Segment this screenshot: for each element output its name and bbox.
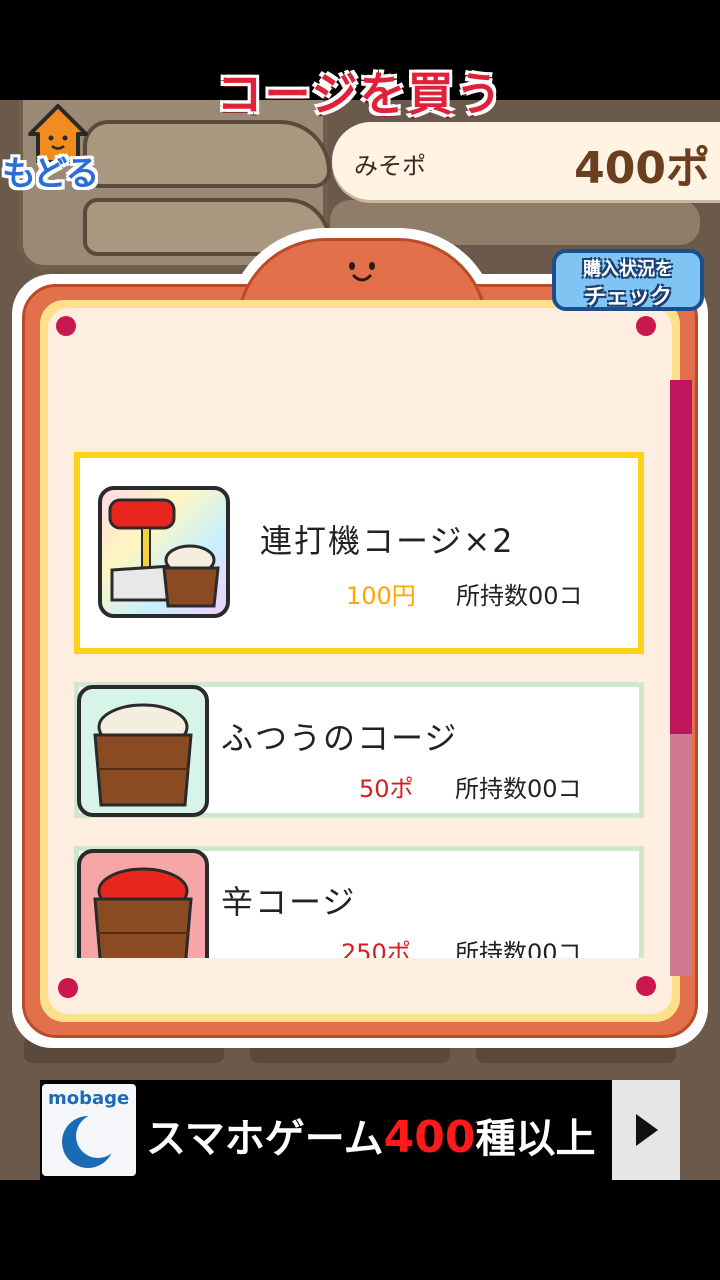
decor-dot [56,316,76,336]
product-price: 250ポ [341,939,411,958]
product-item-spicy-koji[interactable]: 辛コージ 250ポ 所持数00コ [74,846,644,958]
ad-text-before: スマホゲーム [146,1116,384,1162]
decor-dot [636,316,656,336]
hammer-machine-icon [108,498,220,608]
scrollbar-thumb[interactable] [670,380,692,734]
koji-box-icon [93,703,193,807]
ad-text-after: 種以上 [475,1116,596,1162]
product-name: 辛コージ [221,883,357,921]
back-label: もどる [2,154,99,194]
product-item-regular-koji[interactable]: ふつうのコージ 50ポ 所持数00コ [74,682,644,818]
character-face-icon [349,262,375,282]
ad-banner[interactable]: mobage スマホゲーム400種以上 [40,1080,680,1180]
product-name: ふつうのコージ [221,719,459,757]
product-list[interactable]: 連打機コージ×2 100円 所持数00コ ふつうのコージ 50ポ 所持数00コ … [60,440,660,958]
spicy-koji-box-icon [93,867,193,958]
product-owned-count: 所持数00コ [455,939,582,958]
decor-dot [58,978,78,998]
product-owned-count: 所持数00コ [456,582,583,610]
check-button-line2: チェック [583,285,672,310]
ad-text-number: 400 [383,1112,476,1163]
check-button-line1: 購入状況を [583,259,673,280]
play-arrow-icon [636,1114,658,1146]
renda-koji-image [98,486,230,618]
ad-arrow-button[interactable] [612,1080,680,1180]
product-price: 50ポ [359,775,414,803]
product-owned-count: 所持数00コ [455,775,582,803]
spicy-koji-image [77,849,209,958]
points-label: みそポ [354,152,426,180]
moon-logo-icon [62,1114,120,1168]
decor-dot [636,976,656,996]
regular-koji-image [77,685,209,817]
product-price: 100円 [346,582,416,610]
product-item-renda-koji[interactable]: 連打機コージ×2 100円 所持数00コ [74,452,644,654]
mobage-logo: mobage [42,1084,136,1176]
dialog-title: コージを買う [216,67,504,121]
bottom-bar-area [0,1180,720,1280]
product-name: 連打機コージ×2 [260,522,515,560]
check-purchase-status-button[interactable]: 購入状況を チェック [552,249,704,311]
ad-text: スマホゲーム400種以上 [146,1106,595,1164]
points-display: みそポ 400ポ [332,122,720,200]
points-value: 400ポ [574,143,710,194]
